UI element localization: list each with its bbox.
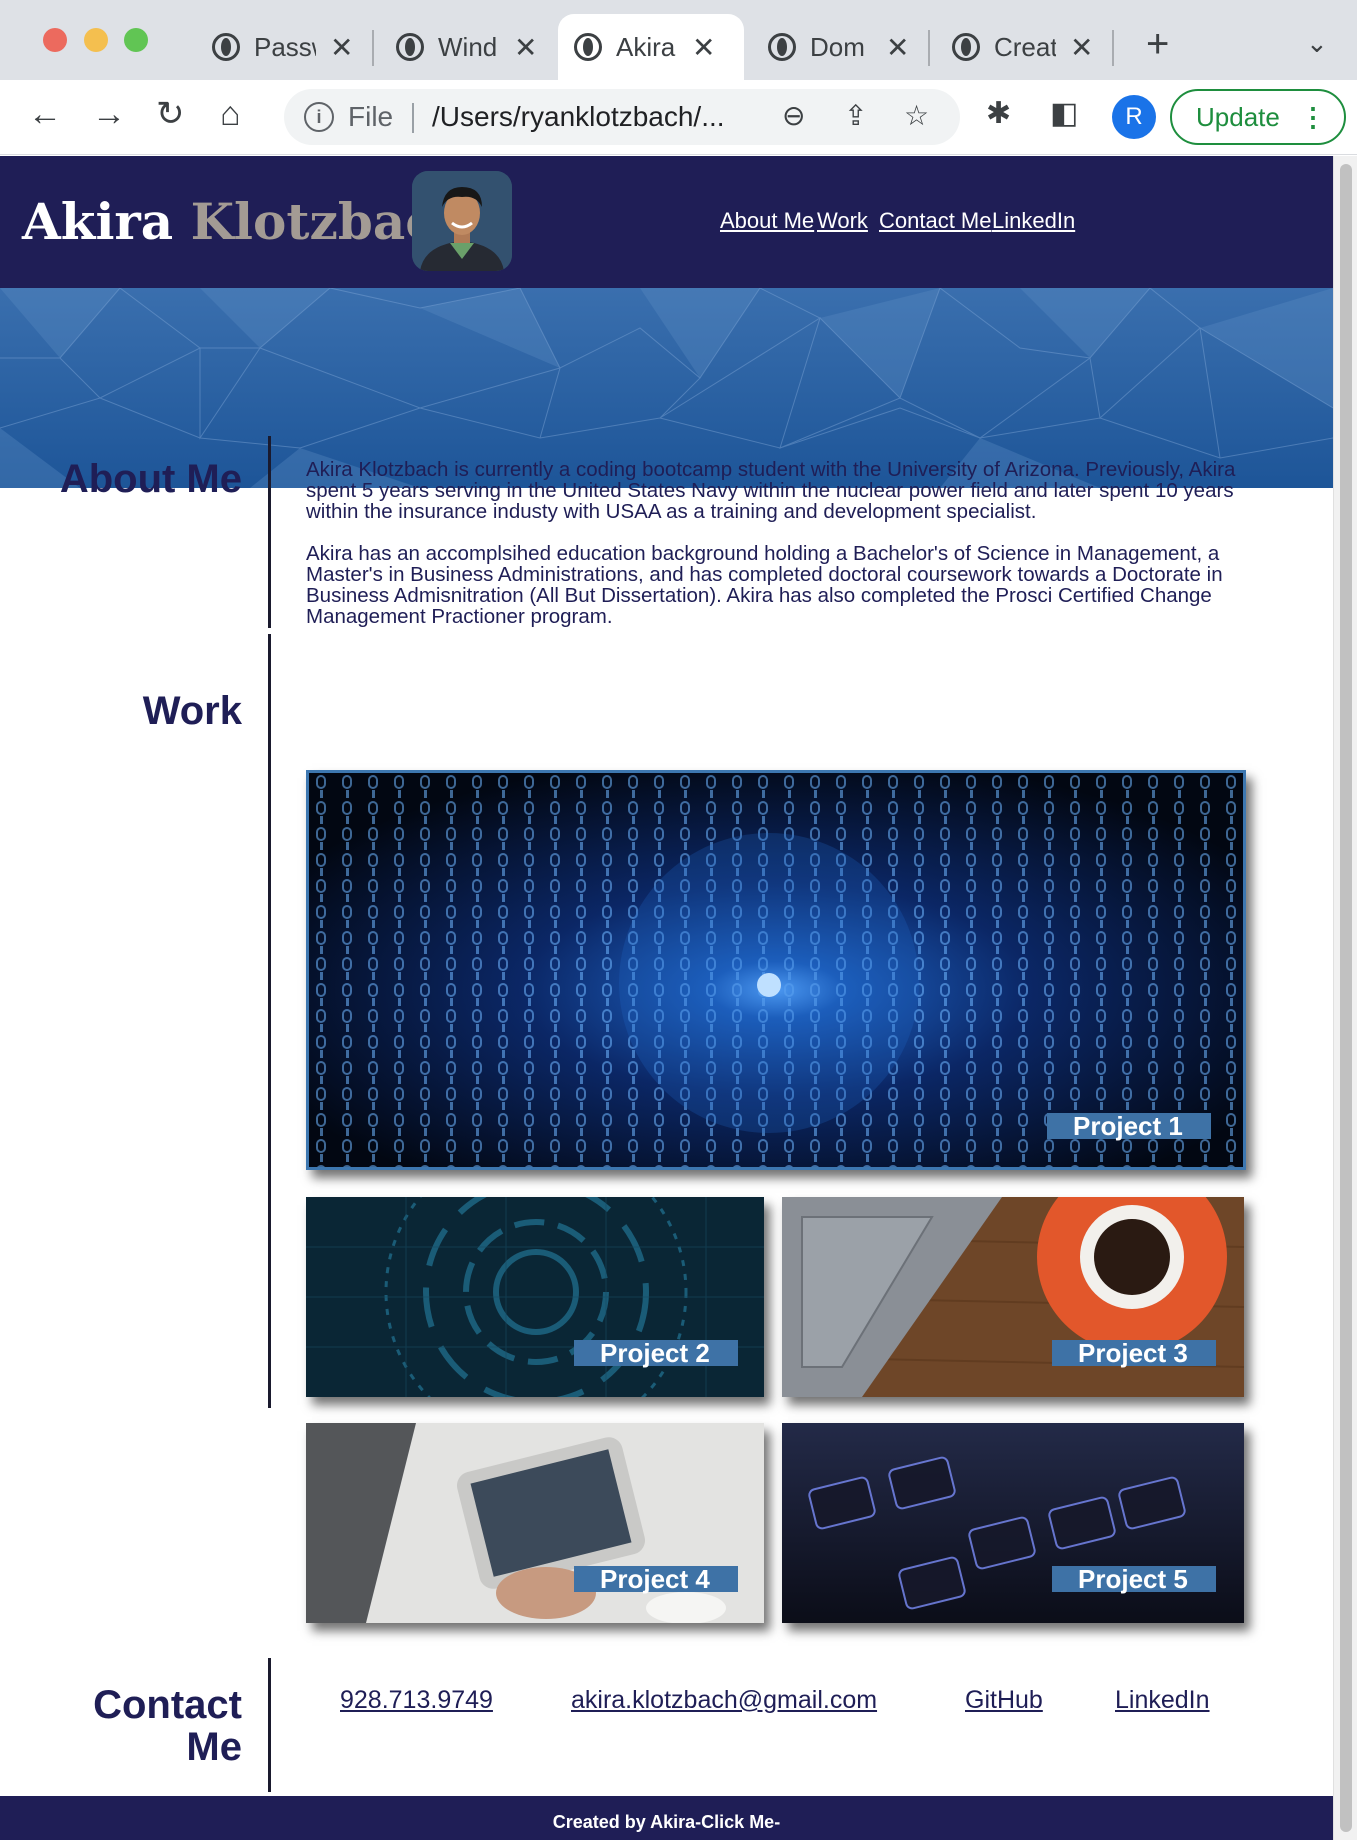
project-2-label: Project 2 bbox=[574, 1340, 738, 1366]
browser-tab[interactable]: Passw ✕ bbox=[196, 14, 368, 80]
close-tab-icon[interactable]: ✕ bbox=[886, 31, 909, 64]
footer-credit-link[interactable]: Created by Akira-Click Me- bbox=[0, 1812, 1333, 1833]
contact-title-line-2: Me bbox=[186, 1725, 242, 1769]
site-footer: Created by Akira-Click Me- bbox=[0, 1796, 1333, 1840]
close-tab-icon[interactable]: ✕ bbox=[514, 31, 537, 64]
update-button[interactable]: Update ⋮ bbox=[1170, 89, 1346, 145]
project-card-1[interactable]: Project 1 bbox=[306, 770, 1246, 1170]
brand-first-name: Akira bbox=[22, 192, 174, 251]
profile-avatar[interactable]: R bbox=[1112, 95, 1156, 139]
nav-link-about[interactable]: About Me bbox=[720, 208, 814, 234]
close-window-button[interactable] bbox=[43, 28, 67, 52]
globe-icon bbox=[952, 33, 980, 61]
close-tab-icon[interactable]: ✕ bbox=[1070, 31, 1093, 64]
kebab-menu-icon[interactable]: ⋮ bbox=[1300, 91, 1326, 143]
update-label: Update bbox=[1196, 102, 1280, 132]
contact-title-line-1: Contact bbox=[93, 1683, 242, 1727]
browser-tab[interactable]: Dom ✕ bbox=[752, 14, 924, 80]
tab-label: Wind bbox=[438, 31, 498, 62]
project-card-2[interactable]: Project 2 bbox=[306, 1197, 764, 1397]
about-paragraph-1: Akira Klotzbach is currently a coding bo… bbox=[306, 458, 1236, 523]
address-bar[interactable]: i File /Users/ryanklotzbach/... ⊖ ⇪ ☆ bbox=[284, 89, 960, 145]
globe-icon bbox=[574, 33, 602, 61]
project-5-label: Project 5 bbox=[1052, 1566, 1216, 1592]
bookmark-star-icon[interactable]: ☆ bbox=[904, 99, 929, 132]
project-4-label: Project 4 bbox=[574, 1566, 738, 1592]
project-card-3[interactable]: Project 3 bbox=[782, 1197, 1244, 1397]
tab-search-chevron-icon[interactable]: ⌄ bbox=[1306, 28, 1328, 59]
contact-title: Contact Me bbox=[20, 1684, 242, 1768]
browser-tab-active[interactable]: Akira ✕ bbox=[558, 14, 744, 80]
site-brand: Akira Klotzbach bbox=[22, 192, 472, 251]
about-paragraph-2: Akira has an accomplsihed education back… bbox=[306, 542, 1223, 628]
share-icon[interactable]: ⇪ bbox=[844, 99, 867, 132]
profile-photo bbox=[412, 171, 512, 271]
address-url[interactable]: /Users/ryanklotzbach/... bbox=[432, 101, 725, 133]
close-tab-icon[interactable]: ✕ bbox=[330, 31, 353, 64]
tab-label: Creat bbox=[994, 31, 1056, 62]
address-separator bbox=[412, 103, 414, 133]
about-title: About Me bbox=[59, 457, 242, 501]
zoom-icon[interactable]: ⊖ bbox=[782, 99, 805, 132]
work-title: Work bbox=[142, 689, 242, 733]
tab-separator bbox=[1112, 30, 1114, 66]
project-card-4[interactable]: Project 4 bbox=[306, 1423, 764, 1623]
tab-label: Akira bbox=[616, 31, 676, 62]
contact-divider bbox=[268, 1658, 271, 1792]
browser-tabstrip: Passw ✕ Wind ✕ Akira ✕ Dom ✕ Creat ✕ + ⌄ bbox=[0, 0, 1357, 80]
new-tab-icon[interactable]: + bbox=[1146, 22, 1169, 67]
back-arrow-icon[interactable]: ← bbox=[28, 94, 62, 134]
browser-tab[interactable]: Creat ✕ bbox=[936, 14, 1108, 80]
browser-toolbar: ← → ↻ ⌂ i File /Users/ryanklotzbach/... … bbox=[0, 80, 1357, 155]
tab-label: Dom bbox=[810, 31, 865, 62]
project-3-label: Project 3 bbox=[1052, 1340, 1216, 1366]
contact-phone-link[interactable]: 928.713.9749 bbox=[340, 1686, 493, 1715]
nav-link-linkedin[interactable]: LinkedIn bbox=[992, 208, 1075, 234]
project-1-label: Project 1 bbox=[1047, 1113, 1211, 1139]
page-scrollbar[interactable] bbox=[1333, 156, 1357, 1840]
close-tab-icon[interactable]: ✕ bbox=[692, 31, 715, 64]
contact-linkedin-link[interactable]: LinkedIn bbox=[1115, 1686, 1210, 1715]
contact-github-link[interactable]: GitHub bbox=[965, 1686, 1043, 1715]
address-scheme: File bbox=[348, 101, 394, 132]
tab-separator bbox=[928, 30, 930, 66]
forward-arrow-icon[interactable]: → bbox=[92, 94, 126, 134]
side-panel-icon[interactable]: ◧ bbox=[1050, 96, 1078, 131]
minimize-window-button[interactable] bbox=[84, 28, 108, 52]
work-divider bbox=[268, 634, 271, 1408]
extensions-puzzle-icon[interactable]: ✱ bbox=[986, 96, 1011, 131]
home-icon[interactable]: ⌂ bbox=[220, 94, 241, 134]
tab-separator bbox=[372, 30, 374, 66]
contact-email-link[interactable]: akira.klotzbach@gmail.com bbox=[571, 1686, 877, 1715]
browser-tab[interactable]: Wind ✕ bbox=[380, 14, 552, 80]
tab-label: Passw bbox=[254, 31, 316, 62]
scrollbar-thumb[interactable] bbox=[1340, 164, 1352, 1832]
project-card-5[interactable]: Project 5 bbox=[782, 1423, 1244, 1623]
info-icon[interactable]: i bbox=[304, 102, 334, 132]
maximize-window-button[interactable] bbox=[124, 28, 148, 52]
globe-icon bbox=[396, 33, 424, 61]
site-header: Akira Klotzbach About Me Work Contact Me… bbox=[0, 156, 1333, 288]
nav-link-contact[interactable]: Contact Me bbox=[879, 208, 992, 234]
globe-icon bbox=[768, 33, 796, 61]
reload-icon[interactable]: ↻ bbox=[156, 94, 185, 134]
page-viewport: Akira Klotzbach About Me Work Contact Me… bbox=[0, 156, 1333, 1840]
nav-link-work[interactable]: Work bbox=[817, 208, 868, 234]
about-divider bbox=[268, 436, 271, 628]
globe-icon bbox=[212, 33, 240, 61]
project-1-image bbox=[309, 773, 1243, 1167]
